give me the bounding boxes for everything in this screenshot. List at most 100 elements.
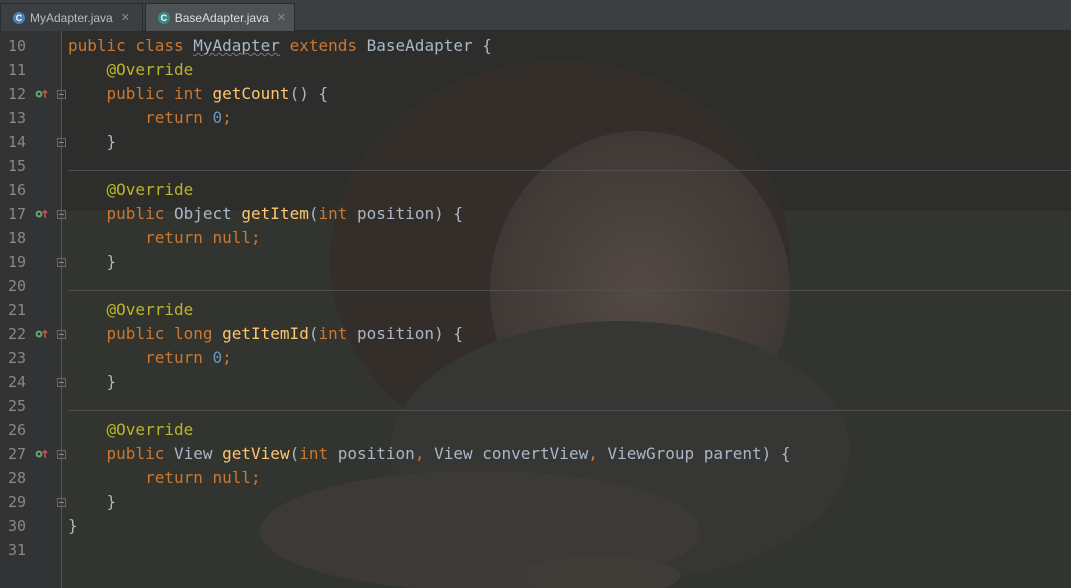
line-number: 22 (8, 325, 27, 343)
override-method-icon[interactable] (35, 329, 48, 339)
code-line[interactable]: 21 @Override (0, 298, 1071, 322)
code-line[interactable]: 13 return 0; (0, 106, 1071, 130)
code-text[interactable]: public class MyAdapter extends BaseAdapt… (68, 34, 492, 58)
code-token: getCount (212, 84, 290, 103)
code-text[interactable]: public long getItemId(int position) { (68, 322, 463, 346)
code-text[interactable]: @Override (68, 418, 194, 442)
code-token: int (318, 204, 358, 223)
code-text[interactable]: @Override (68, 178, 194, 202)
code-token: BaseAdapter { (366, 36, 492, 55)
code-text[interactable]: @Override (68, 58, 194, 82)
code-editor[interactable]: 10 public class MyAdapter extends BaseAda… (0, 31, 1071, 588)
code-line[interactable]: 31 (0, 538, 1071, 562)
code-line[interactable]: 24 } (0, 370, 1071, 394)
code-token: position) { (357, 204, 463, 223)
code-token: @Override (106, 180, 194, 199)
class-file-icon: C (158, 11, 170, 24)
fold-icon[interactable] (57, 378, 66, 387)
code-line[interactable]: 19 } (0, 250, 1071, 274)
line-number: 14 (8, 133, 27, 151)
code-line[interactable]: 20 (0, 274, 1071, 298)
code-line[interactable]: 15 (0, 154, 1071, 178)
code-token: View (173, 444, 223, 463)
fold-icon[interactable] (57, 90, 66, 99)
editor-tab-bar: C MyAdapter.java ✕ C BaseAdapter.java ✕ (0, 0, 1071, 31)
line-number: 16 (8, 181, 27, 199)
code-token: extends (279, 36, 367, 55)
code-line[interactable]: 27 public View getView(int position, Vie… (0, 442, 1071, 466)
code-line[interactable]: 12 public int getCount() { (0, 82, 1071, 106)
code-token: public (106, 204, 174, 223)
code-text[interactable]: public int getCount() { (68, 82, 329, 106)
fold-icon[interactable] (57, 258, 66, 267)
fold-icon[interactable] (57, 210, 66, 219)
line-number: 29 (8, 493, 27, 511)
code-text[interactable]: return null; (68, 466, 261, 490)
code-line[interactable]: 25 (0, 394, 1071, 418)
line-number: 10 (8, 37, 27, 55)
code-token: } (68, 372, 117, 391)
code-token: position (337, 444, 415, 463)
code-token: View convertView (434, 444, 589, 463)
code-text[interactable]: } (68, 490, 117, 514)
code-token: getView (222, 444, 290, 463)
code-line[interactable]: 29 } (0, 490, 1071, 514)
code-line[interactable]: 14 } (0, 130, 1071, 154)
code-token: getItem (241, 204, 309, 223)
code-token: public class (68, 36, 194, 55)
code-line[interactable]: 23 return 0; (0, 346, 1071, 370)
tab-baseadapter[interactable]: C BaseAdapter.java ✕ (145, 3, 295, 31)
line-number: 18 (8, 229, 27, 247)
override-method-icon[interactable] (35, 209, 48, 219)
fold-icon[interactable] (57, 498, 66, 507)
override-method-icon[interactable] (35, 449, 48, 459)
code-text[interactable]: } (68, 130, 117, 154)
code-line[interactable]: 10 public class MyAdapter extends BaseAda… (0, 34, 1071, 58)
code-line[interactable]: 17 public Object getItem(int position) { (0, 202, 1071, 226)
code-line[interactable]: 22 public long getItemId(int position) { (0, 322, 1071, 346)
line-number: 19 (8, 253, 27, 271)
code-line[interactable]: 16 @Override (0, 178, 1071, 202)
tab-myadapter[interactable]: C MyAdapter.java ✕ (0, 3, 143, 31)
code-text[interactable]: } (68, 250, 117, 274)
code-text[interactable]: } (68, 514, 78, 538)
fold-icon[interactable] (57, 138, 66, 147)
code-line[interactable]: 28 return null; (0, 466, 1071, 490)
code-token: () { (289, 84, 329, 103)
code-text[interactable]: } (68, 370, 117, 394)
code-area[interactable]: 10 public class MyAdapter extends BaseAda… (0, 34, 1071, 562)
code-text[interactable]: public View getView(int position, View c… (68, 442, 791, 466)
line-number: 15 (8, 157, 27, 175)
fold-icon[interactable] (57, 330, 66, 339)
method-separator (68, 170, 1071, 171)
code-line[interactable]: 26 @Override (0, 418, 1071, 442)
code-token: return (145, 348, 213, 367)
code-line[interactable]: 11 @Override (0, 58, 1071, 82)
code-text[interactable]: return 0; (68, 346, 232, 370)
close-icon[interactable]: ✕ (277, 11, 286, 24)
close-icon[interactable]: ✕ (121, 11, 130, 24)
override-method-icon[interactable] (35, 89, 48, 99)
line-number: 17 (8, 205, 27, 223)
code-token: getItemId (222, 324, 309, 343)
fold-icon[interactable] (57, 450, 66, 459)
code-text[interactable]: return null; (68, 226, 261, 250)
code-token: MyAdapter (193, 36, 280, 55)
code-line[interactable]: 18 return null; (0, 226, 1071, 250)
code-token: } (68, 132, 117, 151)
code-text[interactable]: return 0; (68, 106, 232, 130)
code-line[interactable]: 30} (0, 514, 1071, 538)
code-text[interactable]: public Object getItem(int position) { (68, 202, 463, 226)
code-token: @Override (106, 300, 194, 319)
line-number: 24 (8, 373, 27, 391)
line-number: 30 (8, 517, 27, 535)
code-text[interactable]: @Override (68, 298, 194, 322)
